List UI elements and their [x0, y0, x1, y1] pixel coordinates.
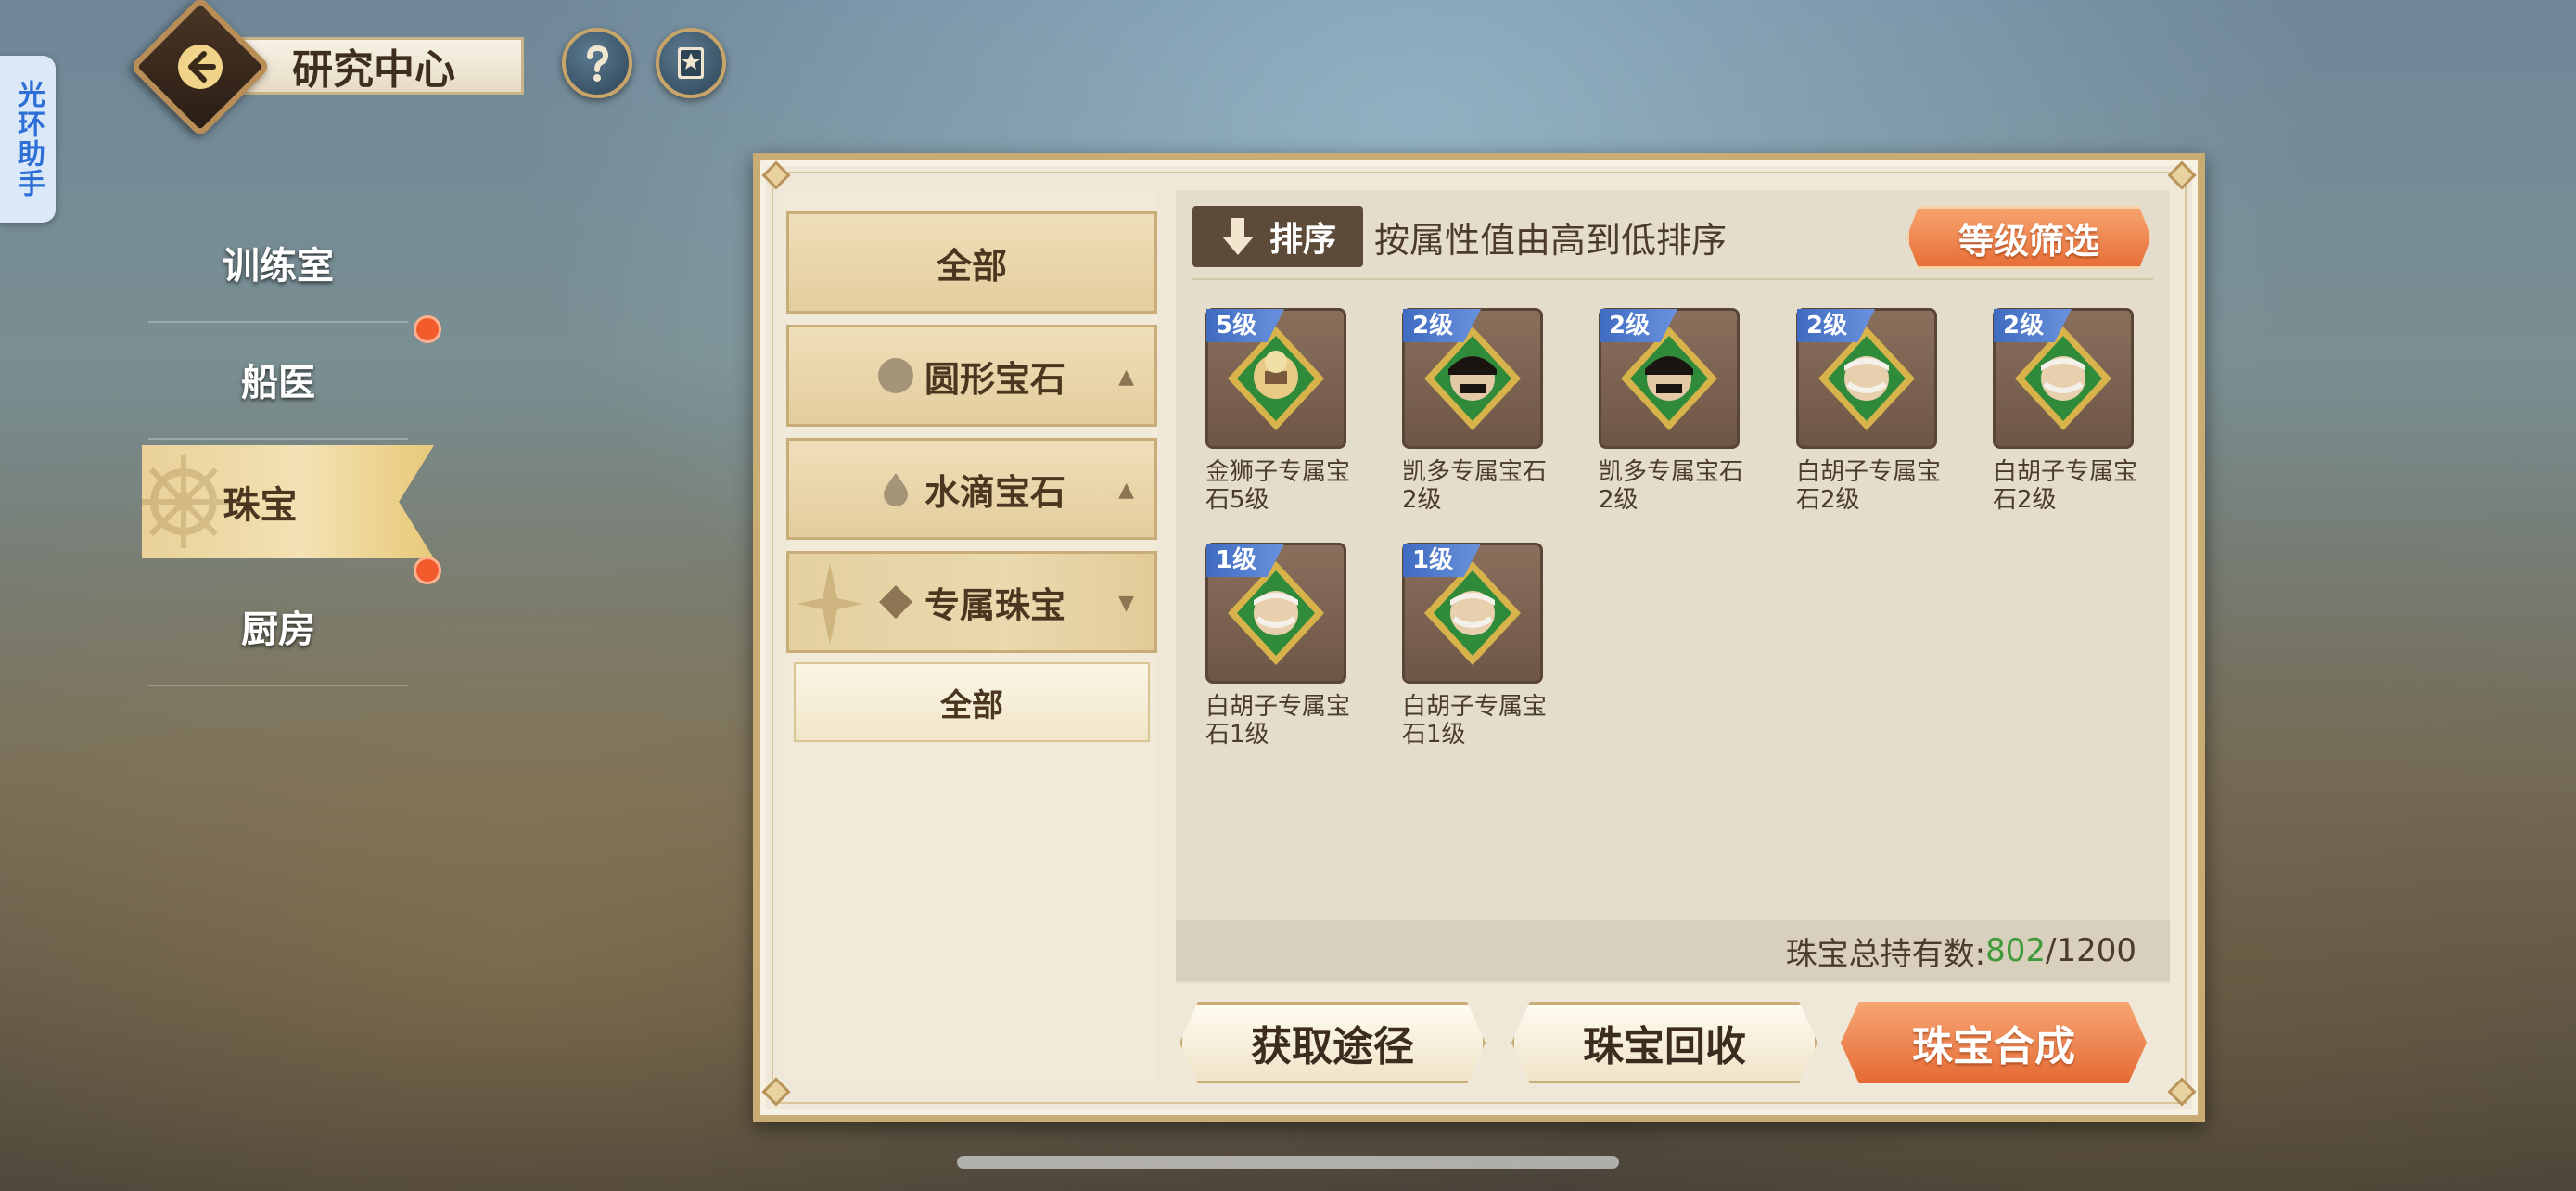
jewel-item[interactable]: 2级 白胡子专属宝石2级: [1993, 308, 2169, 514]
jewel-count-bar: 珠宝总持有数: 802 /1200: [1176, 920, 2170, 981]
nav-item-jewel[interactable]: 珠宝: [142, 445, 434, 558]
jewel-item[interactable]: 2级 凯多专属宝石2级: [1402, 308, 1578, 514]
jewel-count-max: /1200: [2046, 932, 2136, 969]
sort-button[interactable]: 排序: [1192, 206, 1363, 267]
jewel-count-current: 802: [1985, 932, 2047, 969]
jewel-item-name: 凯多专属宝石2级: [1599, 458, 1744, 514]
back-arrow-icon: [178, 45, 223, 89]
jewel-item-name: 凯多专属宝石2级: [1402, 458, 1548, 514]
jewel-item-name: 白胡子专属宝石1级: [1402, 693, 1548, 749]
jewel-item-frame: 2级: [1402, 308, 1543, 449]
category-drop-gem-button[interactable]: 水滴宝石 ▲: [786, 438, 1157, 540]
jewel-count-label: 珠宝总持有数:: [1785, 935, 1986, 973]
chevron-down-icon: ▼: [1118, 591, 1134, 615]
sort-button-label: 排序: [1269, 221, 1336, 259]
arrow-down-icon: [1221, 218, 1254, 255]
category-exclusive-jewel-label: 专属珠宝: [924, 583, 1065, 626]
jewel-item[interactable]: 2级 白胡子专属宝石2级: [1796, 308, 1972, 514]
jewel-item-name: 白胡子专属宝石1级: [1205, 693, 1351, 749]
notification-dot: [414, 315, 441, 343]
jewel-recycle-button[interactable]: 珠宝回收: [1511, 1002, 1817, 1083]
jewel-item-name: 白胡子专属宝石2级: [1993, 458, 2138, 514]
jewel-item-frame: 1级: [1402, 543, 1543, 684]
jewel-item-name: 白胡子专属宝石2级: [1796, 458, 1942, 514]
jewel-item[interactable]: 2级 凯多专属宝石2级: [1599, 308, 1775, 514]
jewel-item-frame: 2级: [1599, 308, 1740, 449]
obtain-source-button[interactable]: 获取途径: [1180, 1002, 1486, 1083]
category-round-gem-label: 圆形宝石: [924, 357, 1065, 400]
nav-item-jewel-label: 珠宝: [223, 483, 298, 527]
jewel-item-frame: 2级: [1993, 308, 2134, 449]
ship-wheel-icon: [142, 455, 230, 548]
jewel-item-frame: 1级: [1205, 543, 1346, 684]
category-all-button[interactable]: 全部: [786, 211, 1157, 314]
category-round-gem-button[interactable]: 圆形宝石 ▲: [786, 325, 1157, 427]
jewel-item[interactable]: 1级 白胡子专属宝石1级: [1402, 543, 1578, 749]
category-exclusive-jewel-button[interactable]: 专属珠宝 ▼: [786, 551, 1157, 653]
jewel-item[interactable]: 5级 金狮子专属宝石5级: [1205, 308, 1382, 514]
compass-star-icon: [797, 563, 863, 645]
chevron-up-icon: ▲: [1118, 478, 1134, 502]
page-title: 研究中心: [223, 37, 524, 95]
diamond-gem-icon: [878, 585, 912, 619]
sort-description: 按属性值由高到低排序: [1374, 219, 1728, 261]
divider: [1192, 278, 2153, 280]
nav-item-training-room[interactable]: 训练室: [148, 204, 408, 323]
chevron-up-icon: ▲: [1118, 365, 1134, 389]
jewel-item-name: 金狮子专属宝石5级: [1205, 458, 1351, 514]
back-button[interactable]: [129, 0, 272, 138]
nav-item-ship-doctor[interactable]: 船医: [148, 321, 408, 440]
nav-item-kitchen[interactable]: 厨房: [148, 568, 408, 686]
helper-side-tab[interactable]: 光环助手: [0, 56, 56, 223]
subcategory-all-button[interactable]: 全部: [794, 662, 1150, 742]
jewel-compose-button[interactable]: 珠宝合成: [1841, 1002, 2147, 1083]
book-star-icon: [678, 47, 704, 79]
guide-book-button[interactable]: [656, 28, 726, 98]
notification-dot: [414, 557, 441, 584]
home-indicator[interactable]: [957, 1156, 1619, 1169]
level-filter-button[interactable]: 等级筛选: [1906, 206, 2151, 269]
jewel-item-frame: 5级: [1205, 308, 1346, 449]
question-icon: [587, 45, 609, 82]
droplet-gem-icon: [883, 473, 908, 506]
jewel-item[interactable]: 1级 白胡子专属宝石1级: [1205, 543, 1382, 749]
help-button[interactable]: [562, 28, 632, 98]
circle-gem-icon: [877, 358, 913, 393]
jewel-item-frame: 2级: [1796, 308, 1937, 449]
category-drop-gem-label: 水滴宝石: [924, 470, 1065, 513]
